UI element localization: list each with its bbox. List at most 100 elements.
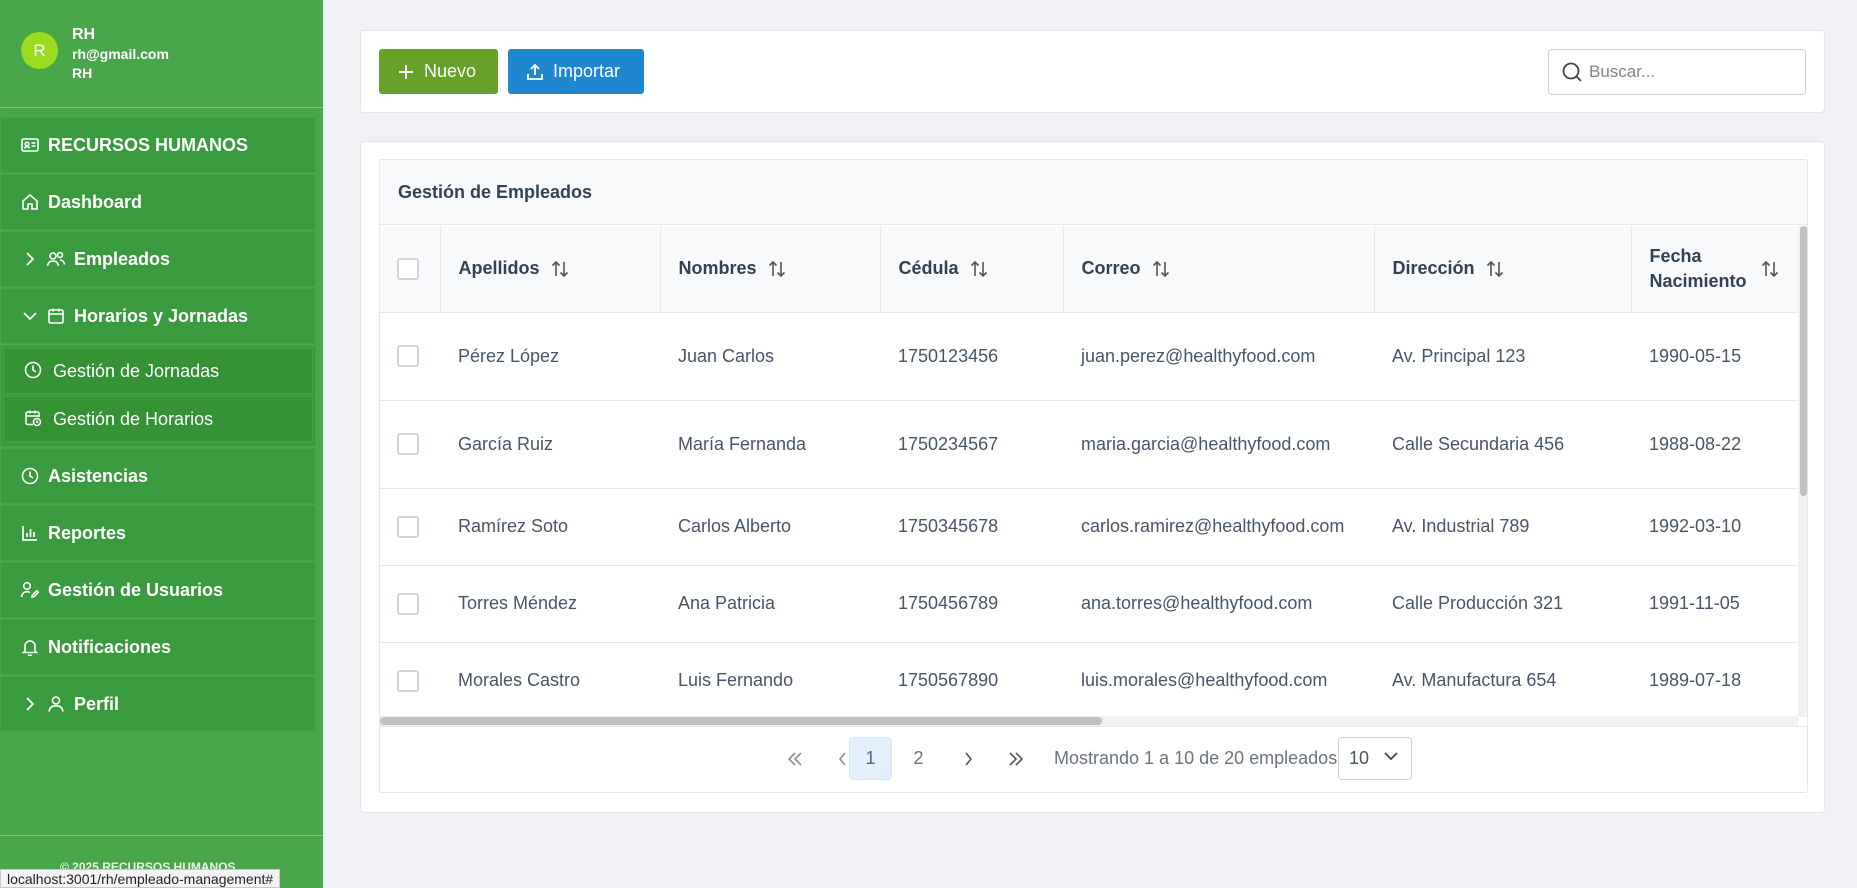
horizontal-scrollbar[interactable] bbox=[380, 716, 1798, 726]
user-name: RH bbox=[72, 25, 96, 43]
sidebar-item-perfil[interactable]: Perfil bbox=[0, 676, 316, 732]
cell-nombres: Juan Carlos bbox=[660, 312, 880, 401]
employees-table: Apellidos Nombres Cédula Correo Direcció… bbox=[380, 226, 1799, 720]
chevron-right-icon bbox=[20, 251, 40, 267]
cell-cedula: 1750234567 bbox=[880, 400, 1063, 489]
chevron-down-icon bbox=[1383, 751, 1399, 761]
sidebar-item-label: Dashboard bbox=[48, 191, 143, 212]
last-page-button[interactable] bbox=[994, 737, 1037, 780]
row-select-cell bbox=[380, 488, 440, 566]
column-header-correo[interactable]: Correo bbox=[1063, 226, 1375, 313]
sort-icon bbox=[969, 259, 989, 279]
pagination-info: Mostrando 1 a 10 de 20 empleados bbox=[1054, 748, 1338, 768]
bar-chart-icon bbox=[20, 523, 40, 543]
table-row[interactable]: Ramírez Soto Carlos Alberto 1750345678 c… bbox=[380, 488, 1799, 566]
sidebar-item-recursos-humanos[interactable]: RECURSOS HUMANOS bbox=[0, 117, 316, 173]
sidebar-item-empleados[interactable]: Empleados bbox=[0, 231, 316, 287]
table-row[interactable]: Pérez López Juan Carlos 1750123456 juan.… bbox=[380, 312, 1799, 401]
user-profile: R RH rh@gmail.com RH bbox=[0, 0, 323, 108]
sidebar-item-label: Horarios y Jornadas bbox=[74, 305, 249, 326]
cell-cedula: 1750345678 bbox=[880, 488, 1063, 566]
vertical-scrollbar[interactable] bbox=[1798, 226, 1807, 717]
sidebar-item-usuarios[interactable]: Gestión de Usuarios bbox=[0, 562, 316, 618]
sidebar-item-label: Asistencias bbox=[48, 465, 149, 486]
sidebar-item-asistencias[interactable]: Asistencias bbox=[0, 448, 316, 504]
sidebar: R RH rh@gmail.com RH RECURSOS HUMANOS Da… bbox=[0, 0, 323, 888]
sidebar-item-label: Notificaciones bbox=[48, 636, 172, 657]
sort-icon bbox=[1485, 259, 1505, 279]
new-button[interactable]: Nuevo bbox=[379, 49, 498, 94]
upload-icon bbox=[526, 63, 544, 81]
column-header-apellidos[interactable]: Apellidos bbox=[440, 226, 661, 313]
new-button-label: Nuevo bbox=[424, 61, 477, 81]
cell-apellidos: Torres Méndez bbox=[440, 565, 660, 643]
column-header-direccion[interactable]: Dirección bbox=[1374, 226, 1632, 313]
row-select-cell bbox=[380, 400, 440, 489]
row-select-cell bbox=[380, 565, 440, 643]
sidebar-item-gestion-horarios[interactable]: Gestión de Horarios bbox=[3, 396, 313, 442]
sidebar-item-horarios[interactable]: Horarios y Jornadas bbox=[0, 288, 316, 344]
sort-icon bbox=[767, 259, 787, 279]
employees-card: Gestión de Empleados Apellidos Nombres C… bbox=[360, 141, 1825, 813]
user-edit-icon bbox=[20, 580, 40, 600]
column-label: Nombres bbox=[678, 258, 757, 279]
cell-nombres: Ana Patricia bbox=[660, 565, 880, 643]
user-role: RH bbox=[72, 64, 93, 81]
cell-fecha-nacimiento: 1991-11-05 bbox=[1631, 565, 1799, 643]
row-select-cell bbox=[380, 642, 440, 720]
chevron-right-icon bbox=[20, 696, 40, 712]
home-icon bbox=[20, 192, 40, 212]
calendar-clock-icon bbox=[24, 409, 44, 429]
rows-per-page-select[interactable]: 10 bbox=[1338, 737, 1412, 780]
row-checkbox[interactable] bbox=[397, 592, 419, 615]
column-header-fecha-nacimiento[interactable]: Fecha Nacimiento bbox=[1631, 226, 1799, 313]
select-all-checkbox[interactable] bbox=[397, 257, 419, 280]
column-label: Dirección bbox=[1392, 258, 1475, 279]
row-checkbox[interactable] bbox=[397, 433, 419, 456]
horizontal-scroll-thumb[interactable] bbox=[380, 717, 1102, 725]
select-all-cell bbox=[380, 226, 441, 313]
chevrons-right-icon bbox=[1008, 751, 1023, 766]
search-input[interactable] bbox=[1589, 62, 1789, 82]
submenu-horarios: Gestión de Jornadas Gestión de Horarios bbox=[0, 345, 316, 447]
user-icon bbox=[46, 694, 66, 714]
column-header-cedula[interactable]: Cédula bbox=[880, 226, 1064, 313]
vertical-scroll-thumb[interactable] bbox=[1800, 226, 1807, 496]
cell-apellidos: Morales Castro bbox=[440, 642, 660, 720]
cell-correo: maria.garcia@healthyfood.com bbox=[1063, 400, 1374, 489]
cell-nombres: Carlos Alberto bbox=[660, 488, 880, 566]
cell-apellidos: García Ruiz bbox=[440, 400, 660, 489]
table-row[interactable]: Torres Méndez Ana Patricia 1750456789 an… bbox=[380, 565, 1799, 643]
cell-fecha-nacimiento: 1992-03-10 bbox=[1631, 488, 1799, 566]
row-checkbox[interactable] bbox=[397, 345, 419, 368]
cell-direccion: Av. Principal 123 bbox=[1374, 312, 1631, 401]
first-page-button[interactable] bbox=[773, 737, 816, 780]
row-checkbox[interactable] bbox=[397, 515, 419, 538]
sidebar-item-reportes[interactable]: Reportes bbox=[0, 505, 316, 561]
cell-correo: ana.torres@healthyfood.com bbox=[1063, 565, 1374, 643]
cell-cedula: 1750456789 bbox=[880, 565, 1063, 643]
table-row[interactable]: García Ruiz María Fernanda 1750234567 ma… bbox=[380, 400, 1799, 489]
sidebar-item-gestion-jornadas[interactable]: Gestión de Jornadas bbox=[3, 348, 313, 394]
sidebar-item-dashboard[interactable]: Dashboard bbox=[0, 174, 316, 230]
cell-fecha-nacimiento: 1988-08-22 bbox=[1631, 400, 1799, 489]
cell-nombres: Luis Fernando bbox=[660, 642, 880, 720]
page-button-1[interactable]: 1 bbox=[849, 737, 892, 780]
sidebar-item-notificaciones[interactable]: Notificaciones bbox=[0, 619, 316, 675]
column-header-nombres[interactable]: Nombres bbox=[660, 226, 881, 313]
table-title: Gestión de Empleados bbox=[380, 160, 1807, 225]
sidebar-item-label: Gestión de Horarios bbox=[53, 408, 214, 429]
avatar: R bbox=[21, 32, 58, 69]
plus-icon bbox=[397, 63, 415, 81]
cell-direccion: Av. Manufactura 654 bbox=[1374, 642, 1631, 720]
import-button[interactable]: Importar bbox=[508, 49, 644, 94]
row-checkbox[interactable] bbox=[397, 669, 419, 692]
sidebar-item-label: Gestión de Usuarios bbox=[48, 579, 224, 600]
cell-direccion: Calle Producción 321 bbox=[1374, 565, 1631, 643]
pagination: 1 2 Mostrando 1 a 10 de 20 empleados 10 bbox=[380, 726, 1807, 792]
page-button-2[interactable]: 2 bbox=[897, 737, 940, 780]
clock-icon bbox=[24, 361, 44, 381]
next-page-button[interactable] bbox=[946, 737, 989, 780]
table-row[interactable]: Morales Castro Luis Fernando 1750567890 … bbox=[380, 642, 1799, 720]
sort-icon bbox=[1760, 259, 1780, 279]
